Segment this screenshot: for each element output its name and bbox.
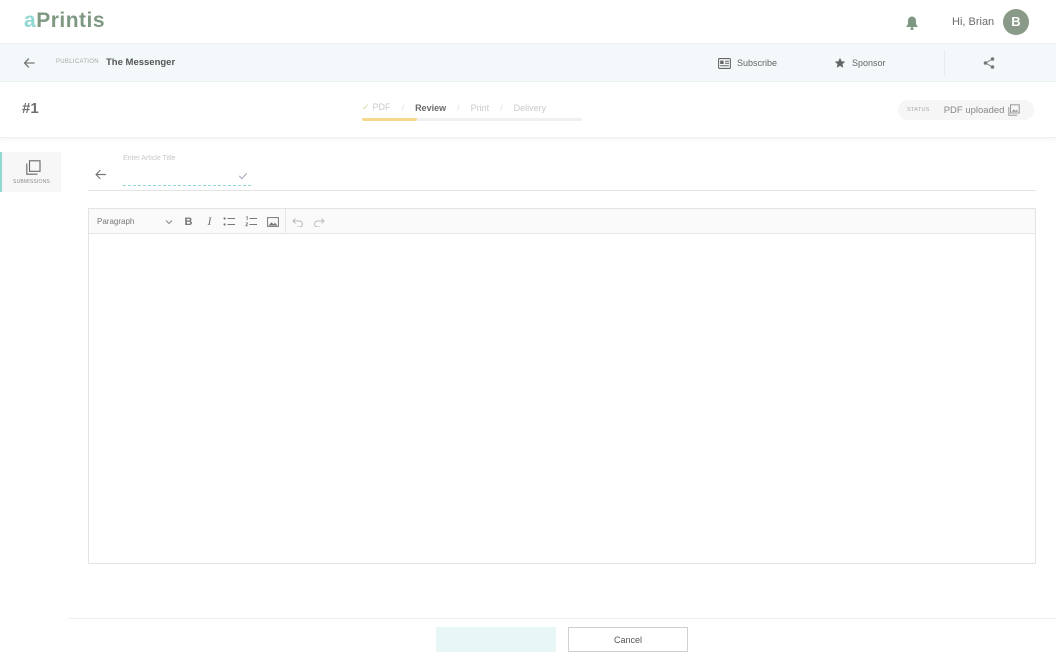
status-value: PDF uploaded (943, 104, 1005, 116)
step-label: PDF (372, 102, 391, 112)
workflow-progress (362, 118, 582, 121)
sponsor-label: Sponsor (852, 58, 886, 68)
sponsor-button[interactable]: Sponsor (834, 56, 886, 70)
subscribe-label: Subscribe (737, 58, 778, 68)
form-footer (68, 618, 1056, 660)
step-pdf[interactable]: ✓ PDF (362, 102, 391, 113)
logo-accent: a (24, 9, 37, 32)
redo-icon (313, 217, 325, 227)
back-arrow-icon[interactable] (94, 168, 107, 181)
article-title-label: Enter Article Title (123, 155, 176, 162)
copy-icon (26, 160, 41, 175)
toolbar-divider (285, 209, 286, 233)
editor-content-area[interactable] (89, 234, 1035, 563)
step-review[interactable]: Review (415, 103, 446, 113)
id-card-icon (718, 57, 731, 69)
publication-label: PUBLICATION (56, 59, 99, 65)
publication-name: The Messenger (106, 57, 176, 68)
back-arrow-icon[interactable] (22, 56, 36, 70)
workflow-bar: #1 ✓ PDF / Review / Print / Delivery STAT… (0, 82, 1056, 138)
format-select-value: Paragraph (97, 217, 135, 226)
bell-icon[interactable] (904, 15, 920, 31)
sidebar-item-label: SUBMISSIONS (13, 179, 50, 185)
paragraph-format-select[interactable]: Paragraph (97, 215, 173, 228)
star-icon (834, 57, 846, 68)
top-header: aPrintis Hi, Brian B (0, 0, 1056, 44)
workflow-steps: ✓ PDF / Review / Print / Delivery (362, 102, 546, 113)
bold-button[interactable]: B (182, 215, 195, 228)
sidebar-item-submissions[interactable]: SUBMISSIONS (0, 152, 61, 192)
save-button[interactable]: Saved (436, 627, 556, 652)
numbered-list-icon (245, 216, 257, 227)
chevron-down-icon (165, 219, 173, 224)
article-title-input[interactable] (123, 166, 251, 186)
image-icon (266, 216, 279, 227)
italic-icon: I (207, 214, 212, 228)
italic-button[interactable]: I (203, 214, 216, 228)
publication-bar: PUBLICATION The Messenger Subscribe Spon… (0, 44, 1056, 82)
step-separator: / (401, 102, 405, 113)
step-separator: / (457, 102, 460, 113)
rich-text-editor: Paragraph B I (88, 208, 1036, 564)
app-logo[interactable]: aPrintis (24, 9, 105, 33)
bold-icon: B (184, 215, 193, 228)
avatar[interactable]: B (1003, 9, 1029, 35)
bullet-list-button[interactable] (223, 215, 236, 228)
workflow-progress-fill (362, 118, 417, 121)
check-icon: ✓ (362, 102, 370, 112)
status-label: STATUS (907, 107, 930, 113)
share-icon[interactable] (982, 56, 996, 70)
user-greeting: Hi, Brian (952, 16, 995, 28)
divider (944, 50, 945, 76)
step-separator: / (500, 102, 503, 113)
insert-image-button[interactable] (266, 215, 279, 228)
subscribe-button[interactable]: Subscribe (718, 56, 777, 70)
cancel-button[interactable]: Cancel (568, 627, 688, 652)
step-delivery[interactable]: Delivery (514, 103, 547, 113)
issue-number: #1 (22, 100, 39, 117)
undo-button[interactable] (291, 215, 304, 228)
editor-toolbar: Paragraph B I (89, 209, 1035, 234)
images-icon (1008, 104, 1021, 116)
bullet-list-icon (223, 217, 235, 226)
logo-text: Printis (36, 9, 106, 32)
undo-icon (291, 217, 303, 227)
redo-button[interactable] (312, 215, 325, 228)
title-divider (88, 190, 1036, 191)
step-print[interactable]: Print (471, 103, 490, 113)
status-badge: STATUS PDF uploaded (898, 100, 1034, 120)
numbered-list-button[interactable] (245, 215, 258, 228)
check-icon (238, 173, 248, 180)
